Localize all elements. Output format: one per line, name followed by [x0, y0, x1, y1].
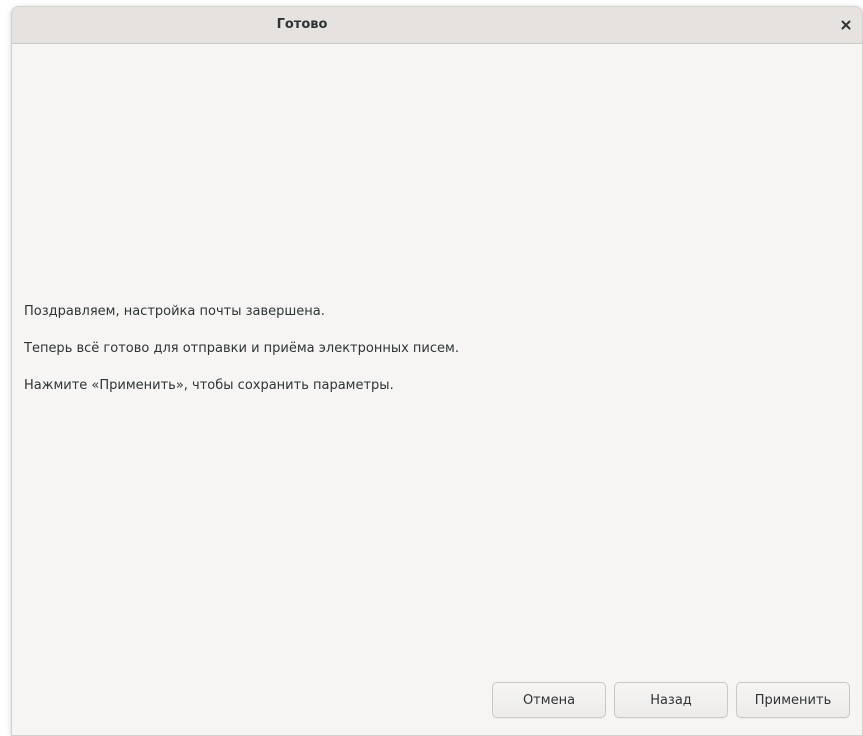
action-buttons: Отмена Назад Применить: [492, 682, 850, 718]
congrats-text: Поздравляем, настройка почты завершена.: [24, 304, 325, 319]
assistant-dialog: Готово Поздравляем, настройка почты заве…: [11, 6, 863, 736]
dialog-title: Готово: [276, 17, 328, 32]
completion-message: Поздравляем, настройка почты завершена. …: [24, 303, 852, 395]
ready-text: Теперь всё готово для отправки и приёма …: [24, 341, 459, 356]
close-button[interactable]: [834, 13, 858, 37]
close-icon: [841, 20, 851, 30]
cancel-button[interactable]: Отмена: [492, 682, 606, 718]
apply-hint-text: Нажмите «Применить», чтобы сохранить пар…: [24, 378, 394, 393]
title-bar: Готово: [12, 7, 862, 44]
apply-button[interactable]: Применить: [736, 682, 850, 718]
back-button[interactable]: Назад: [614, 682, 728, 718]
